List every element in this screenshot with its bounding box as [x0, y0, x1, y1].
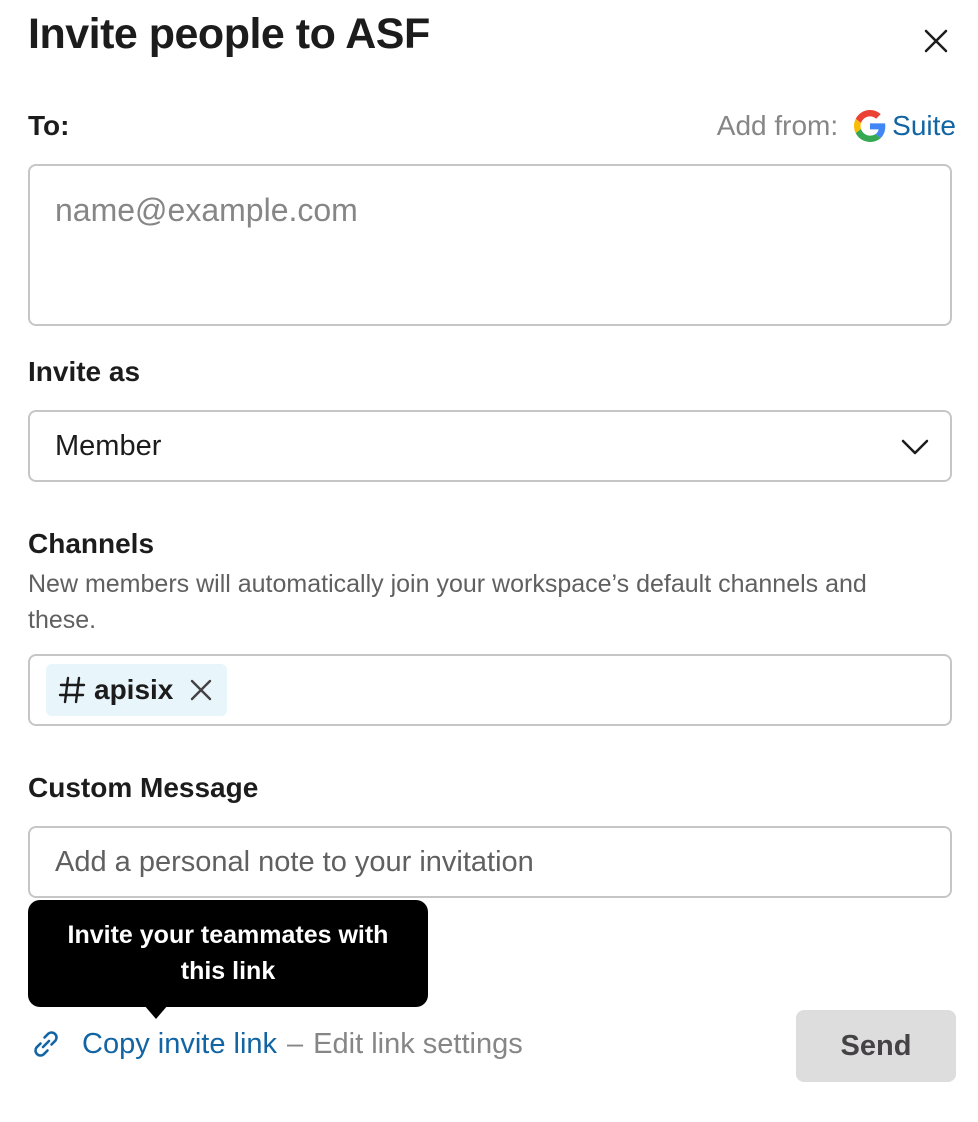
edit-link-settings[interactable]: Edit link settings	[313, 1028, 523, 1061]
gsuite-label: Suite	[892, 110, 956, 141]
to-input[interactable]: name@example.com	[28, 164, 952, 326]
send-button[interactable]: Send	[796, 1010, 956, 1082]
hash-icon	[58, 676, 86, 704]
add-from: Add from: Suite	[717, 110, 956, 142]
close-button[interactable]	[918, 23, 954, 59]
invite-dialog: Invite people to ASF To: Add from: Suite…	[0, 0, 978, 1122]
channels-label: Channels	[28, 528, 155, 559]
to-placeholder: name@example.com	[55, 192, 358, 228]
chevron-down-icon	[901, 439, 929, 455]
to-label: To:	[28, 110, 70, 141]
close-icon	[924, 29, 948, 53]
invite-link-row: Copy invite link – Edit link settings	[28, 1026, 523, 1062]
copy-invite-link[interactable]: Copy invite link	[82, 1028, 277, 1061]
tooltip-arrow	[144, 1005, 168, 1019]
channels-input[interactable]: apisix	[28, 654, 952, 726]
custom-message-label: Custom Message	[28, 772, 259, 803]
google-g-icon	[854, 110, 886, 142]
dialog-title: Invite people to ASF	[28, 10, 430, 58]
gsuite-link[interactable]: Suite	[854, 110, 956, 142]
remove-channel-icon[interactable]	[189, 678, 213, 702]
invite-link-tooltip: Invite your teammates with this link	[28, 900, 428, 1007]
invite-as-label: Invite as	[28, 356, 141, 387]
channels-helper-text: New members will automatically join your…	[28, 570, 867, 634]
add-from-label: Add from:	[716, 110, 839, 141]
invite-as-value: Member	[55, 430, 162, 462]
link-icon[interactable]	[28, 1026, 64, 1062]
custom-message-placeholder: Add a personal note to your invitation	[55, 846, 534, 878]
footer-separator: –	[287, 1027, 304, 1060]
channel-chip-name: apisix	[94, 674, 174, 705]
channel-chip[interactable]: apisix	[46, 664, 228, 716]
custom-message-input[interactable]: Add a personal note to your invitation	[28, 826, 952, 898]
invite-as-select[interactable]: Member	[28, 410, 952, 482]
